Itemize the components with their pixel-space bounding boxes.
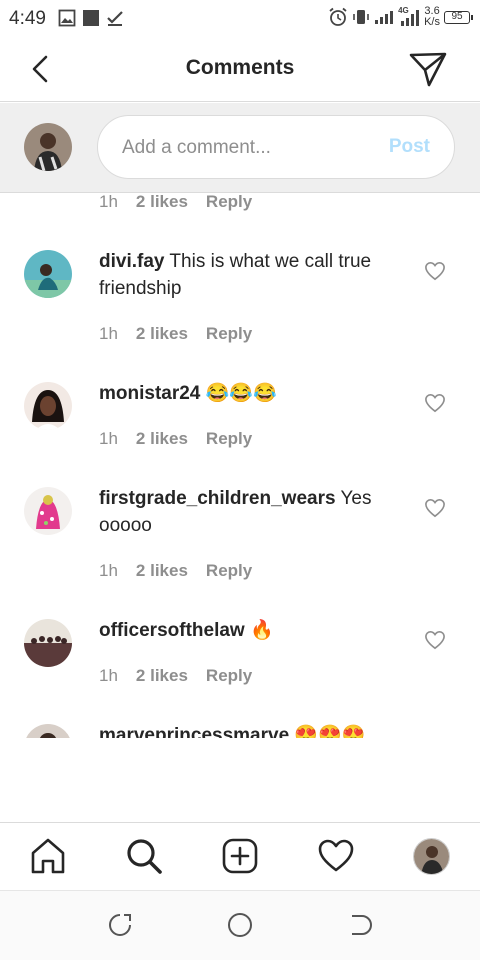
heart-icon[interactable] — [424, 261, 446, 281]
comment-meta: 1h 2 likes Reply — [99, 429, 252, 449]
likes-count[interactable]: 2 likes — [136, 324, 188, 344]
alarm-icon — [329, 7, 347, 26]
comment-time: 1h — [99, 429, 118, 448]
search-icon[interactable] — [125, 837, 163, 875]
comment-body: marveprincessmarve 😍😍😍 — [99, 722, 409, 738]
vibrate-icon — [353, 10, 369, 24]
home-icon[interactable] — [29, 837, 67, 875]
paper-plane-icon[interactable] — [408, 50, 448, 88]
profile-avatar[interactable] — [413, 838, 450, 875]
reply-button[interactable]: Reply — [206, 194, 252, 212]
comment-username[interactable]: firstgrade_children_wears — [99, 488, 336, 509]
system-navigation-bar — [0, 890, 480, 960]
comment-time: 1h — [99, 666, 118, 685]
comment-meta: 1h 2 likes Reply — [99, 324, 252, 344]
comment-time: 1h — [99, 561, 118, 580]
likes-count[interactable]: 2 likes — [136, 666, 188, 686]
likes-count[interactable]: 2 likes — [136, 561, 188, 581]
comment-body: divi.fay This is what we call true frien… — [99, 248, 409, 302]
comment-text: 🔥 — [249, 620, 274, 641]
status-time: 4:49 — [9, 8, 46, 29]
back-icon[interactable] — [346, 911, 374, 939]
comment-body: monistar24 😂😂😂 — [99, 380, 409, 407]
comments-list[interactable]: 1h 2 likes Reply divi.fay This is what w… — [0, 194, 480, 738]
bottom-nav — [0, 822, 480, 890]
comment-meta: 1h 2 likes Reply — [99, 561, 252, 581]
network-type-label: 4G — [398, 6, 409, 15]
avatar[interactable] — [24, 724, 72, 738]
reply-button[interactable]: Reply — [206, 666, 252, 686]
recents-icon[interactable] — [106, 911, 134, 939]
current-user-avatar — [24, 123, 72, 171]
comment-username[interactable]: marveprincessmarve — [99, 725, 289, 738]
square-icon — [83, 10, 99, 26]
comment-meta: 1h 2 likes Reply — [99, 666, 252, 686]
status-bar: 4:49 4G 3.6 K/s 95 — [0, 0, 480, 36]
activity-heart-icon[interactable] — [317, 837, 355, 875]
signal-icon — [375, 11, 394, 24]
comment-time: 1h — [99, 194, 118, 211]
reply-button[interactable]: Reply — [206, 324, 252, 344]
comment-username[interactable]: officersofthelaw — [99, 620, 245, 641]
home-circle-icon[interactable] — [226, 911, 254, 939]
comment-username[interactable]: divi.fay — [99, 251, 164, 272]
battery-indicator: 95 — [444, 10, 473, 24]
comment-input[interactable]: Add a comment... Post — [97, 115, 455, 179]
likes-count[interactable]: 2 likes — [136, 429, 188, 449]
comment-input-placeholder: Add a comment... — [122, 137, 271, 158]
avatar[interactable] — [24, 382, 72, 430]
heart-icon[interactable] — [424, 630, 446, 650]
net-speed-unit: K/s — [424, 16, 440, 28]
app-header: Comments — [0, 36, 480, 102]
image-icon — [58, 9, 76, 27]
comment-meta: 1h 2 likes Reply — [99, 194, 252, 212]
avatar[interactable] — [24, 250, 72, 298]
comment-composer: Add a comment... Post — [0, 103, 480, 193]
reply-button[interactable]: Reply — [206, 429, 252, 449]
download-done-icon — [107, 11, 123, 26]
comment-body: officersofthelaw 🔥 — [99, 617, 409, 644]
heart-icon[interactable] — [424, 393, 446, 413]
add-post-icon[interactable] — [221, 837, 259, 875]
likes-count[interactable]: 2 likes — [136, 194, 188, 212]
signal-4g-icon: 4G — [398, 6, 420, 27]
network-speed: 3.6 K/s — [424, 6, 440, 28]
comment-body: firstgrade_children_wears Yes ooooo — [99, 485, 409, 539]
comment-text: 😂😂😂 — [205, 383, 277, 404]
comment-text: 😍😍😍 — [294, 725, 366, 738]
avatar[interactable] — [24, 487, 72, 535]
post-button[interactable]: Post — [389, 136, 430, 158]
avatar[interactable] — [24, 619, 72, 667]
reply-button[interactable]: Reply — [206, 561, 252, 581]
comment-time: 1h — [99, 324, 118, 343]
comment-username[interactable]: monistar24 — [99, 383, 200, 404]
heart-icon[interactable] — [424, 498, 446, 518]
